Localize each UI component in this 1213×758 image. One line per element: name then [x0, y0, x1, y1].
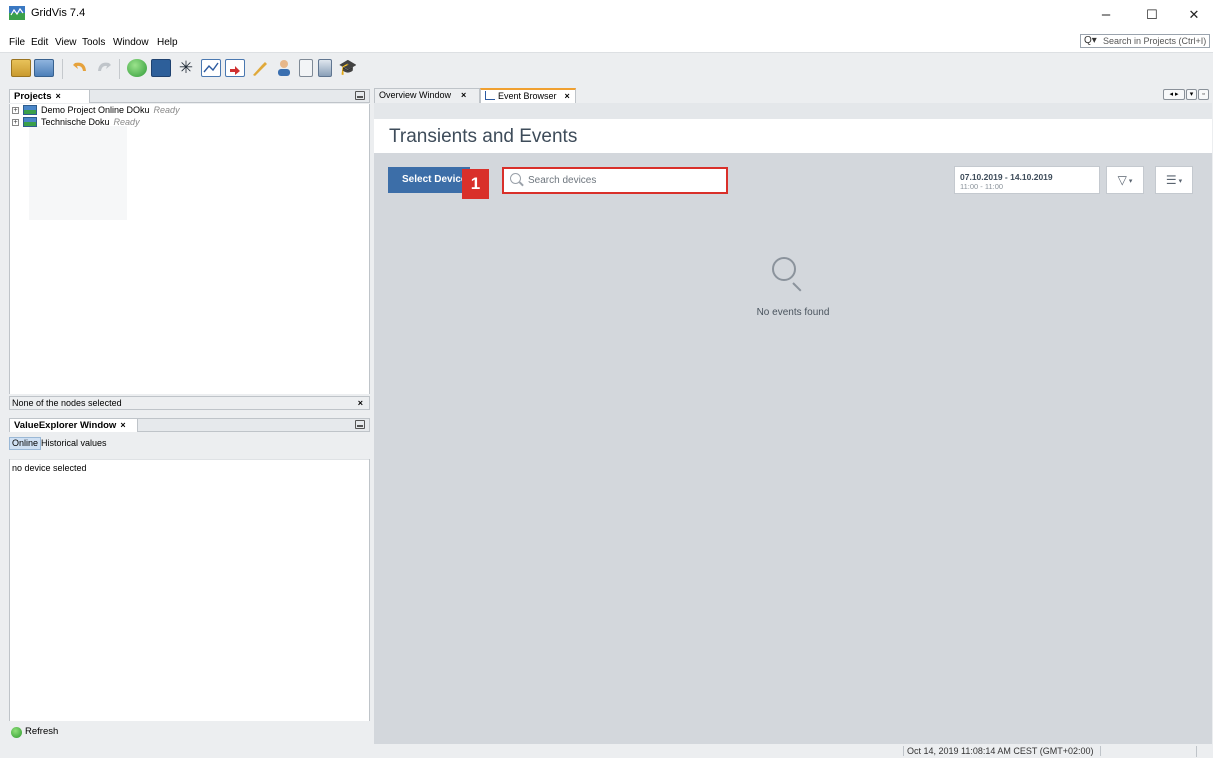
search-icon [510, 173, 521, 184]
menu-tools[interactable]: Tools [82, 37, 105, 48]
tab-label: Overview Window [379, 90, 452, 100]
import-icon[interactable] [151, 59, 171, 77]
redo-icon[interactable] [93, 59, 113, 77]
tab-list-icon[interactable]: ▾ [1186, 89, 1197, 100]
maximize-window-button[interactable]: ☐ [1136, 4, 1168, 26]
minimize-window-button[interactable]: – [1090, 4, 1122, 26]
menu-bar: File Edit View Tools Window Help [0, 34, 1213, 52]
filter-icon: ▽ [1117, 173, 1127, 187]
filter-button[interactable]: ▽ ▾ [1106, 166, 1144, 194]
tab-online[interactable]: Online [9, 437, 42, 450]
projects-tree: + Demo Project Online DOku Ready + Technisc… [9, 104, 370, 394]
users-icon[interactable] [276, 59, 296, 77]
academy-icon[interactable]: 🎓 [338, 59, 358, 77]
menu-edit[interactable]: Edit [31, 37, 48, 48]
close-status-icon[interactable]: × [358, 397, 363, 409]
tools-icon[interactable] [250, 59, 270, 77]
dropdown-caret-icon: ▾ [1128, 178, 1133, 185]
close-event-browser-tab-icon[interactable]: × [565, 91, 570, 101]
menu-window[interactable]: Window [113, 37, 149, 48]
main-toolbar: ✳ 🎓 [0, 52, 1213, 84]
project-name: Technische Doku [41, 117, 110, 127]
search-devices-field[interactable] [502, 167, 728, 194]
refresh-icon [11, 727, 22, 738]
close-window-button[interactable]: ✕ [1178, 4, 1210, 26]
tab-projects[interactable]: Projects × [10, 90, 90, 103]
project-name: Demo Project Online DOku [41, 105, 150, 115]
empty-search-icon [772, 257, 796, 281]
status-bar: Oct 14, 2019 11:08:14 AM CEST (GMT+02:00… [0, 744, 1213, 758]
date-range-text: 07.10.2019 - 14.10.2019 [960, 172, 1053, 182]
tab-event-browser[interactable]: Event Browser × [480, 88, 576, 103]
title-bar: GridVis 7.4 – ☐ ✕ [0, 0, 1213, 34]
undo-icon[interactable] [71, 59, 91, 77]
selection-status: None of the nodes selected × [9, 396, 370, 410]
menu-view[interactable]: View [55, 37, 77, 48]
close-value-explorer-tab-icon[interactable]: × [120, 420, 125, 430]
editor-tabs: Overview Window × Event Browser × ◂ ▸ ▾ ▫ [374, 87, 1212, 103]
topology-icon[interactable]: ✳ [176, 59, 196, 77]
device-icon[interactable] [318, 59, 332, 77]
value-explorer-header: ValueExplorer Window × [9, 418, 370, 432]
tab-label: Event Browser [498, 91, 557, 101]
project-icon [23, 117, 37, 127]
maximize-editor-icon[interactable]: ▫ [1198, 89, 1209, 100]
no-device-message: no device selected [12, 463, 87, 473]
event-browser-icon [485, 91, 495, 100]
list-icon: ☰ [1165, 173, 1177, 187]
empty-state-text: No events found [756, 307, 830, 318]
menu-file[interactable]: File [9, 37, 25, 48]
tab-navigation: ◂ ▸ ▾ ▫ [1162, 89, 1209, 101]
scroll-tabs-button[interactable]: ◂ ▸ [1163, 89, 1185, 100]
projects-panel-header: Projects × [9, 89, 370, 103]
project-status: Ready [113, 117, 140, 127]
step-marker-badge: 1 [462, 169, 489, 199]
export-icon[interactable] [225, 59, 245, 77]
close-projects-tab-icon[interactable]: × [56, 91, 61, 101]
dropdown-caret-icon: ▾ [1178, 178, 1183, 185]
page-title: Transients and Events [389, 126, 578, 147]
project-status: Ready [153, 105, 180, 115]
time-range-text: 11:00 - 11:00 [960, 182, 1004, 191]
status-clock: Oct 14, 2019 11:08:14 AM CEST (GMT+02:00… [903, 746, 1101, 756]
tab-value-explorer[interactable]: ValueExplorer Window × [10, 419, 138, 432]
gridvis-logo-icon [9, 6, 25, 20]
quick-search-input[interactable]: Q▾ Search in Projects (Ctrl+I) [1080, 34, 1210, 48]
projects-tab-label: Projects [14, 91, 52, 102]
expand-icon[interactable]: + [12, 119, 19, 126]
minimize-projects-icon[interactable] [355, 91, 365, 100]
report-icon[interactable] [299, 59, 313, 77]
refresh-button[interactable]: Refresh [9, 724, 370, 740]
list-options-button[interactable]: ☰ ▾ [1155, 166, 1193, 194]
value-explorer-tab-label: ValueExplorer Window [14, 420, 117, 431]
value-explorer-body: no device selected [9, 459, 370, 721]
value-explorer-tabs: Online Historical values [9, 437, 370, 451]
close-overview-tab-icon[interactable]: × [461, 90, 466, 100]
project-icon [23, 105, 37, 115]
tree-background [29, 126, 127, 220]
quick-search-placeholder: Search in Projects (Ctrl+I) [1103, 36, 1207, 46]
menu-help[interactable]: Help [157, 37, 178, 48]
window-title: GridVis 7.4 [31, 7, 86, 19]
graph-icon[interactable] [201, 59, 221, 77]
date-range-picker[interactable]: 07.10.2019 - 14.10.2019 11:00 - 11:00 [954, 166, 1100, 194]
open-project-icon[interactable] [11, 59, 31, 77]
tab-historical-values[interactable]: Historical values [39, 437, 109, 450]
tree-item-demo-project[interactable]: + Demo Project Online DOku Ready [12, 104, 180, 116]
save-icon[interactable] [34, 59, 54, 77]
tab-overview-window[interactable]: Overview Window × [374, 88, 480, 103]
sync-icon[interactable] [127, 59, 147, 77]
minimize-value-explorer-icon[interactable] [355, 420, 365, 429]
search-icon: Q▾ [1084, 35, 1097, 46]
select-devices-button[interactable]: Select Devices [388, 167, 470, 193]
search-devices-input[interactable] [528, 173, 718, 188]
expand-icon[interactable]: + [12, 107, 19, 114]
tree-item-technische-doku[interactable]: + Technische Doku Ready [12, 116, 140, 128]
refresh-label: Refresh [25, 726, 59, 737]
event-browser-content: Transients and Events Select Devices 1 0… [374, 103, 1212, 744]
selection-status-text: None of the nodes selected [12, 398, 122, 408]
page-header: Transients and Events [374, 119, 1212, 153]
